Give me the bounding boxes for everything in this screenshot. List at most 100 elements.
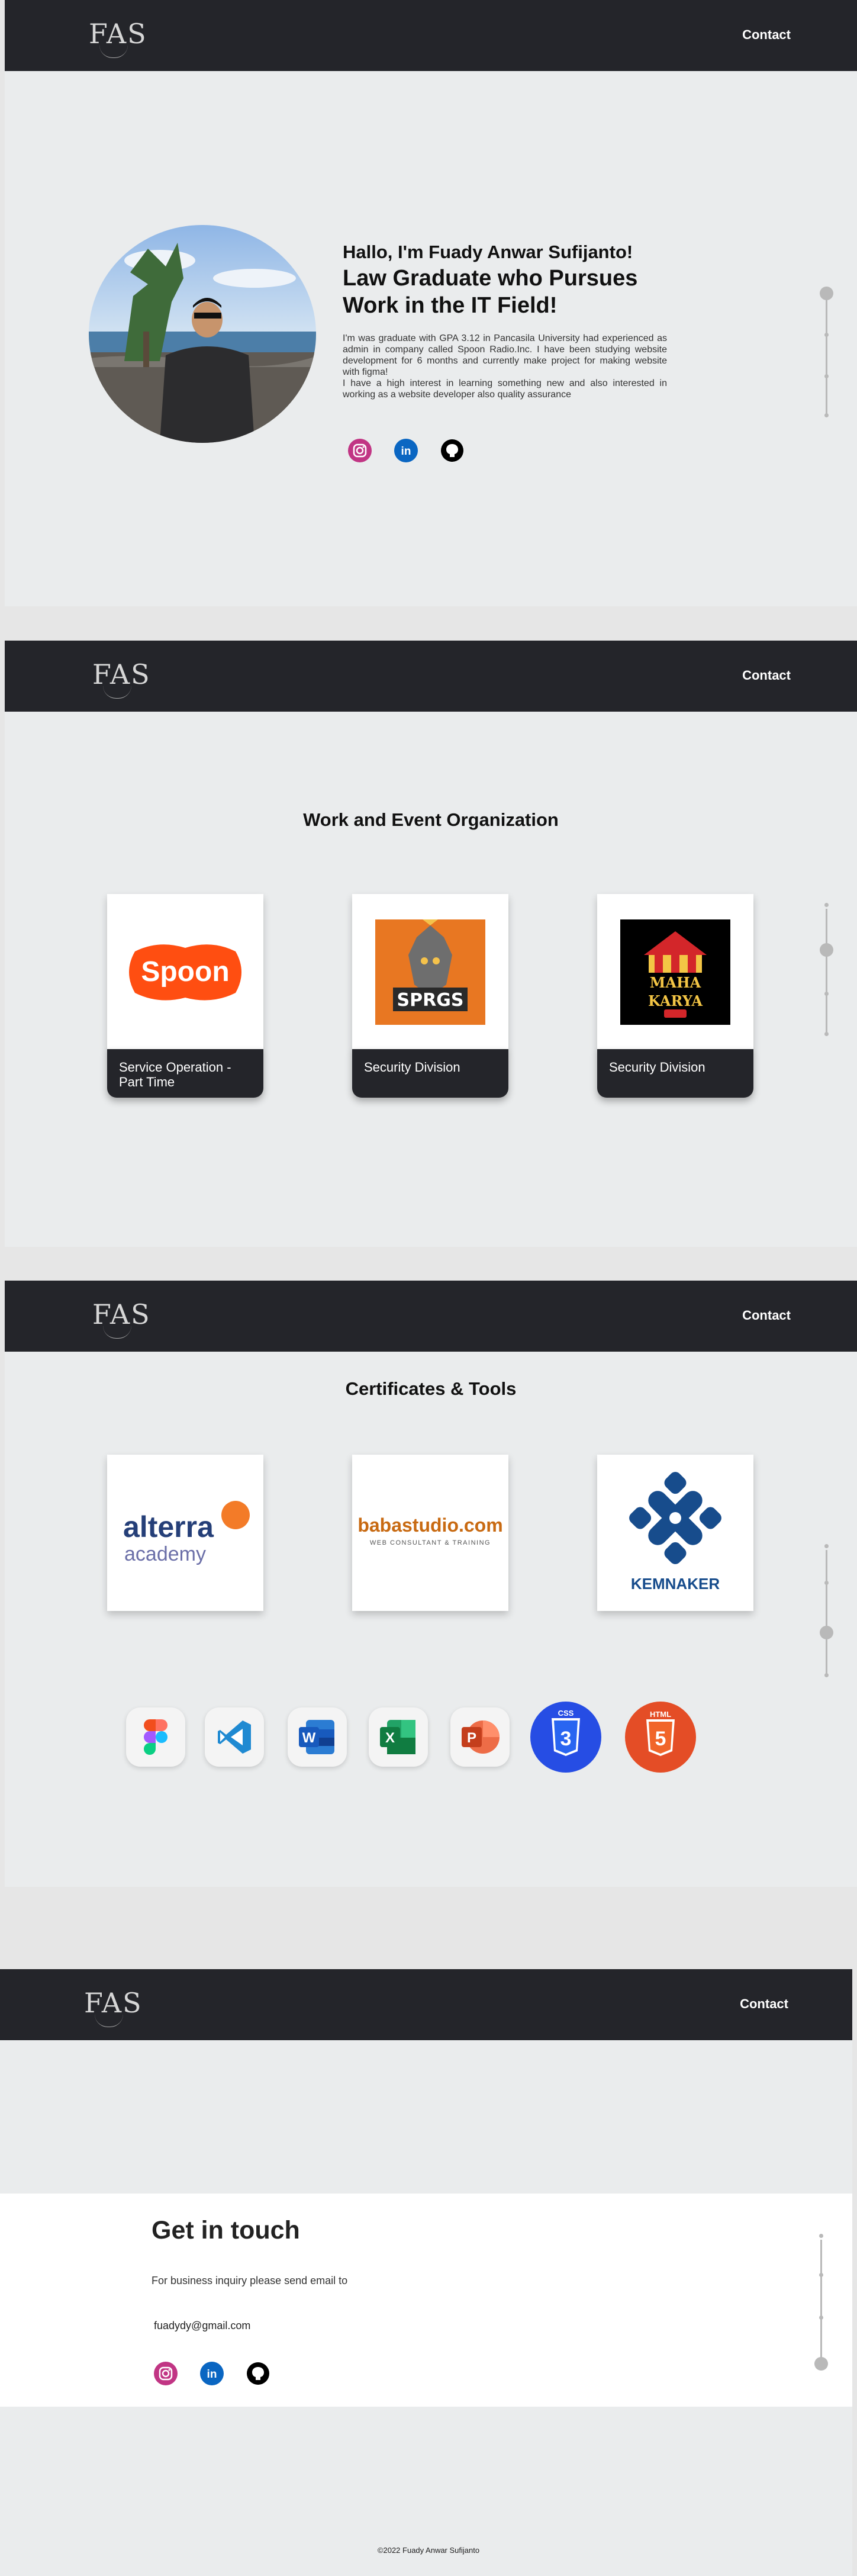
scroll-indicator — [817, 903, 835, 1039]
linkedin-icon[interactable]: in — [394, 439, 418, 462]
page: FAS Contact Hallo, I'm Fuady Anwar Sufij… — [0, 0, 857, 2576]
hero-headline: Law Graduate who Pursues Work in the IT … — [343, 266, 638, 318]
svg-text:X: X — [385, 1730, 395, 1746]
work-card-mahakarya: MAHA KARYA — [597, 894, 753, 1050]
spoon-logo: Spoon — [129, 944, 241, 1001]
navbar: FAS Contact — [5, 641, 857, 712]
scroll-indicator — [817, 287, 835, 422]
work-card-spoon: Spoon — [107, 894, 263, 1050]
scroll-dot[interactable] — [824, 1673, 829, 1677]
hero-section: FAS Contact Hallo, I'm Fuady Anwar Sufij… — [5, 0, 857, 606]
word-icon: W — [288, 1707, 347, 1767]
work-card-label: Security Division — [352, 1049, 508, 1098]
hero-text: Hallo, I'm Fuady Anwar Sufijanto! Law Gr… — [343, 242, 667, 400]
cert-card-alterra: alterra academy — [107, 1455, 263, 1611]
figma-icon — [126, 1707, 185, 1767]
alterra-logo: alterra academy — [123, 1501, 250, 1565]
work-card-sprgs: SPRGS — [352, 894, 508, 1050]
babastudio-logo: babastudio.com WEB CONSULTANT & TRAINING — [357, 1514, 502, 1546]
scroll-dot-active[interactable] — [814, 2357, 828, 2371]
scroll-dot[interactable] — [824, 374, 829, 378]
logo[interactable]: FAS — [92, 658, 150, 699]
scroll-dot-active[interactable] — [820, 1626, 833, 1639]
powerpoint-icon: P — [450, 1707, 510, 1767]
footer-copyright: ©2022 Fuady Anwar Sufijanto — [377, 2546, 480, 2555]
sprgs-logo: SPRGS — [375, 919, 485, 1025]
svg-text:alterra: alterra — [123, 1510, 214, 1543]
github-icon[interactable] — [440, 439, 464, 462]
contact-email[interactable]: fuadydy@gmail.com — [154, 2320, 250, 2332]
social-links: in — [348, 439, 464, 462]
logo[interactable]: FAS — [92, 1298, 150, 1339]
svg-text:5: 5 — [655, 1728, 666, 1750]
kemnaker-logo: KEMNAKER — [629, 1472, 721, 1593]
instagram-icon[interactable] — [348, 439, 372, 462]
vscode-icon — [205, 1707, 264, 1767]
logo-swirl — [95, 2014, 123, 2027]
logo-swirl — [103, 686, 131, 699]
contact-title: Get in touch — [152, 2216, 300, 2244]
scroll-dot[interactable] — [824, 1581, 829, 1585]
svg-text:3: 3 — [560, 1728, 572, 1750]
logo-swirl — [103, 1326, 131, 1339]
contact-panel: Get in touch For business inquiry please… — [0, 2194, 852, 2407]
contact-link[interactable]: Contact — [742, 668, 791, 683]
svg-text:SPRGS: SPRGS — [397, 990, 464, 1011]
scroll-dot[interactable] — [824, 1032, 829, 1036]
work-section: FAS Contact Work and Event Organization … — [5, 641, 857, 1247]
scroll-dot-active[interactable] — [820, 287, 833, 300]
scroll-dot[interactable] — [819, 2234, 823, 2238]
logo-swirl — [99, 45, 128, 58]
scroll-dot[interactable] — [824, 333, 829, 337]
scroll-dot[interactable] — [824, 1544, 829, 1548]
svg-text:in: in — [401, 445, 411, 458]
profile-photo — [89, 225, 316, 443]
instagram-icon[interactable] — [154, 2362, 178, 2385]
navbar: FAS Contact — [5, 1281, 857, 1352]
svg-text:W: W — [302, 1730, 316, 1746]
excel-icon: X — [369, 1707, 428, 1767]
logo[interactable]: FAS — [89, 18, 146, 58]
svg-text:academy: academy — [124, 1543, 206, 1565]
hero-bio-paragraph: I have a high interest in learning somet… — [343, 378, 667, 400]
hero-bio-paragraph: I'm was graduate with GPA 3.12 in Pancas… — [343, 333, 667, 377]
contact-link[interactable]: Contact — [742, 27, 791, 43]
cert-card-babastudio: babastudio.com WEB CONSULTANT & TRAINING — [352, 1455, 508, 1611]
contact-description: For business inquiry please send email t… — [152, 2275, 348, 2286]
hero-greeting: Hallo, I'm Fuady Anwar Sufijanto! — [343, 242, 633, 262]
social-links: in — [154, 2362, 270, 2385]
svg-text:babastudio.com: babastudio.com — [357, 1514, 502, 1536]
scroll-dot[interactable] — [824, 413, 829, 417]
hero-bio: I'm was graduate with GPA 3.12 in Pancas… — [343, 333, 667, 400]
scroll-dot-active[interactable] — [820, 943, 833, 957]
svg-text:in: in — [207, 2368, 217, 2381]
certs-section: FAS Contact Certificates & Tools alterra… — [5, 1281, 857, 1887]
scroll-dot[interactable] — [824, 903, 829, 907]
navbar: FAS Contact — [5, 0, 857, 71]
scroll-dot[interactable] — [819, 2315, 823, 2320]
linkedin-icon[interactable]: in — [200, 2362, 224, 2385]
scroll-indicator — [817, 1544, 835, 1680]
scroll-indicator — [812, 2234, 830, 2371]
logo[interactable]: FAS — [84, 1987, 141, 2027]
work-title: Work and Event Organization — [303, 809, 559, 830]
svg-text:MAHA: MAHA — [650, 974, 701, 991]
work-card-label: Service Operation - Part Time — [107, 1049, 263, 1098]
svg-text:Spoon: Spoon — [141, 956, 229, 988]
svg-text:CSS: CSS — [558, 1709, 574, 1718]
github-icon[interactable] — [246, 2362, 270, 2385]
scroll-dot[interactable] — [824, 992, 829, 996]
cert-card-kemnaker: KEMNAKER — [597, 1455, 753, 1611]
work-card-label: Security Division — [597, 1049, 753, 1098]
svg-text:WEB CONSULTANT & TRAINING: WEB CONSULTANT & TRAINING — [370, 1539, 491, 1546]
mahakarya-logo: MAHA KARYA — [620, 919, 730, 1025]
contact-link[interactable]: Contact — [740, 1996, 788, 2012]
svg-text:HTML: HTML — [650, 1710, 671, 1719]
svg-text:KEMNAKER: KEMNAKER — [631, 1575, 720, 1593]
html5-icon: HTML 5 — [625, 1702, 696, 1773]
scroll-dot[interactable] — [819, 2273, 823, 2277]
css3-icon: CSS 3 — [530, 1702, 601, 1773]
svg-text:P: P — [467, 1730, 476, 1746]
contact-link[interactable]: Contact — [742, 1308, 791, 1323]
certs-title: Certificates & Tools — [345, 1378, 517, 1399]
